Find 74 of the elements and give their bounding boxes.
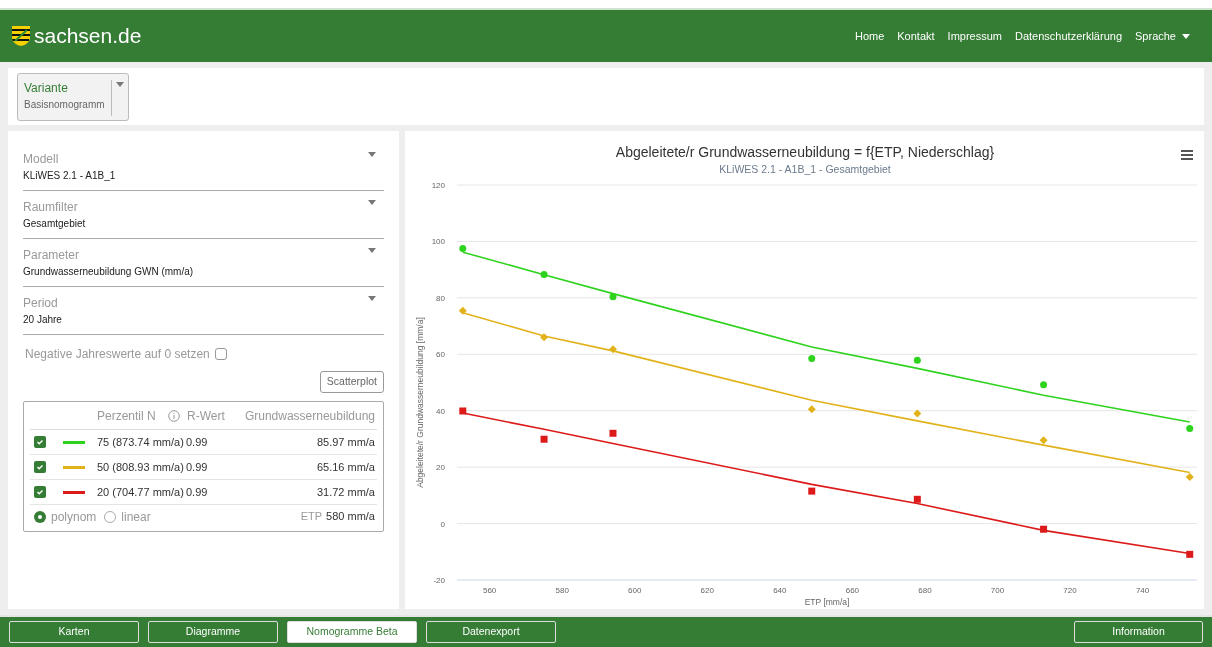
table-cell-text: 50 (808.93 mm/a) [97,459,185,475]
radio-label: polynom [51,508,97,526]
scatterplot-button[interactable]: Scatterplot [319,371,384,393]
filter-select[interactable]: Parameter Grundwasserneubildung GWN (mm/a) [23,239,384,287]
menu-icon[interactable] [1181,150,1193,160]
column-header: Perzentil N [97,407,157,425]
column-header: R-Wert [187,407,226,425]
caret-icon [368,248,376,253]
x-tick-label: 740 [1135,586,1150,595]
y-tick-label: 0 [440,519,445,529]
option-label: Negative Jahreswerte auf 0 setzen [25,346,210,363]
etp-value: 580 mm/a [326,509,375,525]
caret-icon [368,296,376,301]
x-tick-label: 700 [990,586,1005,595]
x-tick-label: 600 [628,586,642,595]
information-button[interactable]: Information [1074,621,1203,643]
y-tick-label: 40 [436,406,445,416]
filter-select[interactable]: Period 20 Jahre [23,287,384,335]
footer-tab[interactable]: Karten [9,621,139,643]
etp-label: ETP [300,509,323,525]
table-cell-text: 0.99 [186,484,208,500]
filter-select[interactable]: Modell KLiWES 2.1 - A1B_1 [23,143,384,191]
footer-tab[interactable]: Diagramme [148,621,278,643]
coat-of-arms-logo [12,26,30,46]
nav-link[interactable]: Datenschutzerklärung [1015,27,1122,45]
x-tick-label: 560 [482,586,497,595]
chart-subtitle: KLiWES 2.1 - A1B_1 - Gesamtgebiet [719,163,891,175]
checkbox[interactable] [34,436,46,448]
variant-select[interactable]: Variante Basisnomogramm [17,72,129,121]
x-tick-label: 680 [918,586,932,595]
radio-button[interactable] [34,510,46,523]
y-tick-label: 20 [436,463,445,473]
y-tick-label: 100 [431,237,445,247]
caret-icon [1182,33,1190,39]
footer-tab[interactable]: Datenexport [426,621,556,643]
checkbox[interactable] [214,348,227,360]
y-tick-label: 80 [436,293,445,303]
nav-link[interactable]: Home [854,27,885,45]
x-tick-label: 720 [1063,586,1077,595]
nav-link[interactable]: Kontakt [897,27,935,45]
info-icon[interactable] [168,409,180,422]
nav-link[interactable]: Impressum [947,27,1002,45]
column-header: Grundwasserneubildung [244,407,375,425]
footer-tab[interactable]: Nomogramme Beta [287,621,417,643]
x-tick-label: 660 [845,586,860,595]
radio-button[interactable] [104,510,117,523]
table-cell-text: 31.72 mm/a [316,484,375,500]
check-icon [36,488,44,496]
table-cell-text: 0.99 [186,459,208,475]
checkbox[interactable] [34,486,46,498]
table-cell-text: 75 (873.74 mm/a) [97,434,185,450]
table-cell-text: 0.99 [186,434,208,450]
caret-icon [368,152,376,157]
y-tick-label: 60 [436,350,445,360]
x-tick-label: 620 [700,586,714,595]
y-tick-label: 120 [431,181,445,190]
checkbox[interactable] [34,461,46,473]
caret-icon [368,200,376,205]
radio-label: linear [121,508,151,526]
site-logo-text[interactable]: sachsen.de [34,20,142,52]
check-icon [36,463,44,471]
caret-icon [115,81,124,87]
table-cell-text: 85.97 mm/a [316,434,375,450]
language-menu[interactable]: Sprache [1135,27,1190,45]
y-axis-title: Abgeleitete/r Grundwasserneubildung [mm/a] [415,317,425,488]
check-icon [36,438,44,446]
table-cell-text: 65.16 mm/a [316,459,375,475]
x-tick-label: 640 [773,586,787,595]
table-cell-text: 20 (704.77 mm/a) [97,484,185,500]
chart-title: Abgeleitete/r Grundwasserneubildung = f{ETP, Niederschlag} [615,144,995,160]
y-tick-label: -20 [433,576,445,585]
filter-select[interactable]: Raumfilter Gesamtgebiet [23,191,384,239]
x-tick-label: 580 [555,586,569,595]
x-axis-title: ETP [mm/a] [804,597,850,607]
